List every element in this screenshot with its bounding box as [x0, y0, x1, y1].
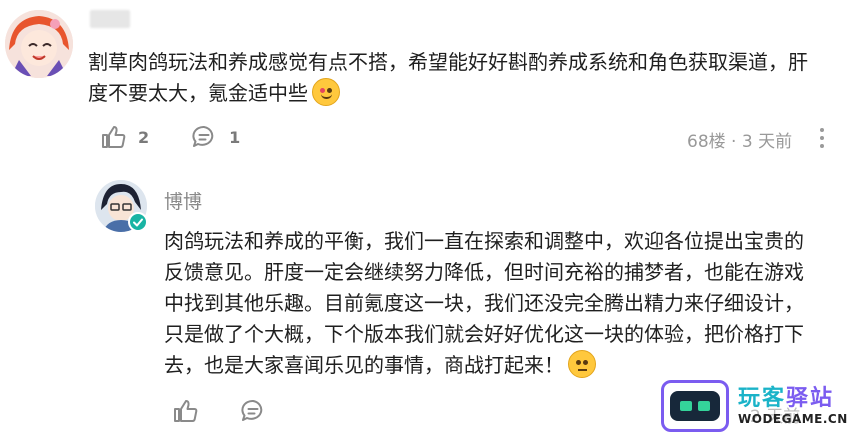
reply-username[interactable]: 博博: [164, 190, 202, 214]
robot-logo-icon: [661, 380, 729, 432]
site-watermark: 玩客驿站 WODEGAME.CN: [658, 378, 865, 435]
like-button[interactable]: [172, 398, 198, 424]
more-options-icon[interactable]: [818, 126, 826, 150]
like-count: 2: [138, 127, 150, 147]
watermark-domain: WODEGAME.CN: [738, 412, 848, 426]
watermark-title: 玩客驿站: [738, 386, 835, 411]
comment-bubble-icon: [241, 400, 263, 421]
username-hidden[interactable]: [90, 10, 130, 28]
user-avatar[interactable]: [5, 10, 73, 78]
reply-actions: [172, 398, 308, 424]
meta-separator: ·: [731, 132, 737, 152]
comment-time: 3 天前: [741, 132, 793, 152]
grinning-heart-emoji-icon: [312, 78, 340, 106]
reply-line: 肉鸽玩法和养成的平衡，我们一直在探索和调整中，欢迎各位提出宝贵的: [164, 229, 804, 253]
comment-meta: 68楼 · 3 天前: [687, 127, 792, 152]
reply-line: 反馈意见。肝度一定会继续努力降低，但时间充裕的捕梦者，也能在游戏: [164, 260, 804, 284]
comment-bubble-icon: [192, 126, 214, 147]
smirk-emoji-icon: [568, 350, 596, 378]
reply-line: 只是做了个大概，下个版本我们就会好好优化这一块的体验，把价格打下: [164, 322, 804, 346]
thumbs-up-icon: [174, 400, 198, 422]
reply-line: 中找到其他乐趣。目前氪度这一块，我们还没完全腾出精力来仔细设计，: [164, 291, 804, 315]
comment-line: 度不要太大，氪金适中些: [88, 78, 858, 109]
like-button[interactable]: 2: [100, 124, 149, 150]
reply-line: 去，也是大家喜闻乐见的事情，商战打起来！: [164, 350, 844, 381]
verified-badge-icon: [128, 212, 148, 232]
floor-number: 68楼: [687, 132, 726, 152]
comment-line: 割草肉鸽玩法和养成感觉有点不搭，希望能好好斟酌养成系统和角色获取渠道，肝: [88, 50, 808, 74]
thumbs-up-icon: [102, 126, 126, 148]
comment-actions: 2 1: [100, 124, 282, 150]
reply-body: 肉鸽玩法和养成的平衡，我们一直在探索和调整中，欢迎各位提出宝贵的 反馈意见。肝度…: [164, 226, 844, 381]
comment-body: 割草肉鸽玩法和养成感觉有点不搭，希望能好好斟酌养成系统和角色获取渠道，肝 度不要…: [88, 47, 858, 109]
reply-button[interactable]: [240, 398, 266, 424]
reply-button[interactable]: 1: [191, 124, 240, 150]
reply-count: 1: [229, 127, 241, 147]
